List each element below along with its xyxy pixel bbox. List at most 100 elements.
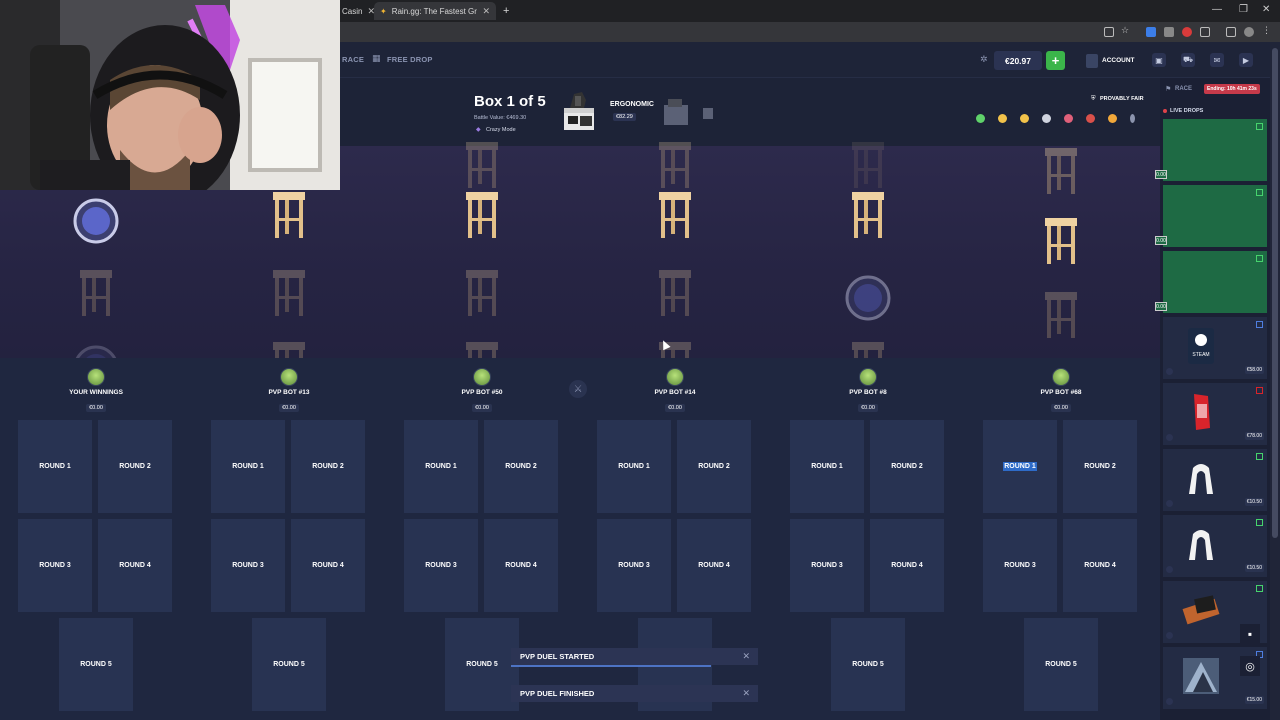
star-icon[interactable]: ☆ [1121, 25, 1131, 35]
player-slot: PVP BOT #50 €0.00 [432, 368, 532, 414]
round-label: ROUND 3 [811, 562, 843, 569]
round-label: ROUND 3 [618, 562, 650, 569]
toast-duel-started: PVP DUEL STARTED ✕ [511, 648, 758, 665]
close-toast-icon[interactable]: ✕ [742, 688, 750, 699]
round-slot: ROUND 5 [445, 618, 519, 711]
provably-fair-link[interactable]: PROVABLY FAIR [1100, 96, 1144, 102]
install-icon[interactable] [1104, 27, 1114, 37]
round-label: ROUND 1 [39, 463, 71, 470]
new-tab-icon[interactable]: + [497, 2, 515, 20]
drop-price: €78.00 [1244, 432, 1264, 440]
round-label: ROUND 4 [505, 562, 537, 569]
microphone-icon[interactable] [1130, 114, 1135, 123]
player-winnings: €0.00 [86, 404, 106, 412]
maximize-icon[interactable]: ❐ [1239, 4, 1248, 15]
close-window-icon[interactable]: ✕ [1262, 4, 1270, 15]
drop-price: €15.00 [1244, 696, 1264, 704]
round-label: ROUND 5 [80, 661, 112, 668]
extension-icon[interactable] [1200, 27, 1210, 37]
smile-emoji-icon[interactable] [1020, 114, 1029, 123]
chat-bubble-icon[interactable]: ▪ [1240, 624, 1260, 644]
race-ending-badge: Ending: 10h 41m 23s [1204, 84, 1260, 94]
live-drop-card[interactable]: €78.00 [1163, 383, 1267, 445]
thumbs-up-emoji-icon[interactable] [998, 114, 1007, 123]
tab-label: Rain.gg: The Fastest Growing C [391, 6, 478, 16]
menu-icon[interactable]: ⋮ [1262, 25, 1272, 35]
toast-duel-finished: PVP DUEL FINISHED ✕ [511, 685, 758, 702]
extension-icon[interactable] [1146, 27, 1156, 37]
minimize-icon[interactable]: — [1212, 4, 1222, 15]
mail-icon[interactable]: ✉ [1210, 53, 1224, 67]
live-drop-card[interactable]: STEAM €58.00 [1163, 317, 1267, 379]
drop-item-image [1181, 587, 1221, 633]
live-drop-card[interactable] [1163, 119, 1267, 181]
round-slot: ROUND 4 [870, 519, 944, 612]
live-drop-card[interactable]: €10.50 [1163, 515, 1267, 577]
avatar [859, 368, 877, 386]
heart-emoji-icon[interactable] [976, 114, 985, 123]
drop-price: €10.50 [1244, 564, 1264, 572]
laugh-emoji-icon[interactable] [1108, 114, 1117, 123]
player-name: PVP BOT #68 [1040, 389, 1082, 396]
round-slot: ROUND 3 [211, 519, 285, 612]
round-slot: ROUND 2 [484, 420, 558, 513]
round-label: ROUND 2 [891, 463, 923, 470]
settings-icon[interactable]: ✲ [980, 54, 988, 65]
upcoming-box-image[interactable] [662, 97, 690, 127]
browser-tab-active[interactable]: ✦ Rain.gg: The Fastest Growing C ✕ [374, 2, 496, 20]
skull-emoji-icon[interactable] [1042, 114, 1051, 123]
scrollbar-thumb[interactable] [1272, 48, 1278, 538]
round-label: ROUND 2 [1084, 463, 1116, 470]
cart-icon[interactable]: ⛟ [1181, 53, 1195, 67]
extension-icon[interactable] [1182, 27, 1192, 37]
nav-race[interactable]: RACE [342, 55, 364, 64]
avatar [1166, 566, 1173, 573]
reel-item-hd-coin [845, 275, 891, 321]
round-slot: ROUND 1 [790, 420, 864, 513]
fire-emoji-icon[interactable] [1086, 114, 1095, 123]
drop-price: €10.50 [1244, 498, 1264, 506]
crazy-mode-label: Crazy Mode [486, 127, 516, 133]
toast-message: PVP DUEL FINISHED [520, 689, 595, 698]
round-label: ROUND 3 [425, 562, 457, 569]
extension-icon[interactable] [1164, 27, 1174, 37]
inventory-icon[interactable]: ▣ [1152, 53, 1166, 67]
close-toast-icon[interactable]: ✕ [742, 651, 750, 662]
player-name: YOUR WINNINGS [69, 389, 123, 396]
live-drops-label: LIVE DROPS [1170, 108, 1204, 114]
avatar [473, 368, 491, 386]
round-slot: ROUND 5 [59, 618, 133, 711]
round-label: ROUND 3 [39, 562, 71, 569]
chat-icon[interactable]: ▶ [1239, 53, 1253, 67]
player-winnings: €0.00 [472, 404, 492, 412]
gift-icon: ▦ [372, 53, 381, 63]
target-emoji-icon[interactable] [1064, 114, 1073, 123]
battle-header [340, 78, 1160, 146]
account-button[interactable]: ACCOUNT [1086, 51, 1140, 70]
round-label: ROUND 5 [466, 661, 498, 668]
profile-icon[interactable] [1244, 27, 1254, 37]
rain-favicon-icon: ✦ [380, 6, 387, 16]
deposit-button[interactable]: + [1046, 51, 1065, 70]
race-label[interactable]: RACE [1175, 86, 1192, 92]
live-drop-card[interactable] [1163, 251, 1267, 313]
toast-progress-bar [511, 665, 711, 667]
headset-icon[interactable]: ◎ [1240, 656, 1260, 676]
drop-item-image: STEAM [1181, 323, 1221, 369]
round-label: ROUND 1 [425, 463, 457, 470]
reel-item-stool [76, 268, 116, 318]
live-drop-card[interactable]: €10.50 [1163, 449, 1267, 511]
upcoming-box-image[interactable] [702, 104, 714, 120]
extensions-icon[interactable] [1226, 27, 1236, 37]
nav-free-drop[interactable]: FREE DROP [387, 55, 433, 64]
player-name: PVP BOT #14 [654, 389, 696, 396]
player-name: PVP BOT #50 [461, 389, 503, 396]
round-label: ROUND 4 [1084, 562, 1116, 569]
balance-display[interactable]: €20.97 [994, 51, 1042, 70]
drop-item-image [1181, 653, 1221, 699]
live-drop-card[interactable] [1163, 185, 1267, 247]
crazy-mode-icon: ◆ [476, 127, 481, 133]
close-tab-icon[interactable]: ✕ [482, 6, 490, 17]
avatar [1086, 53, 1098, 68]
race-flag-icon: ⚑ [1165, 86, 1172, 93]
